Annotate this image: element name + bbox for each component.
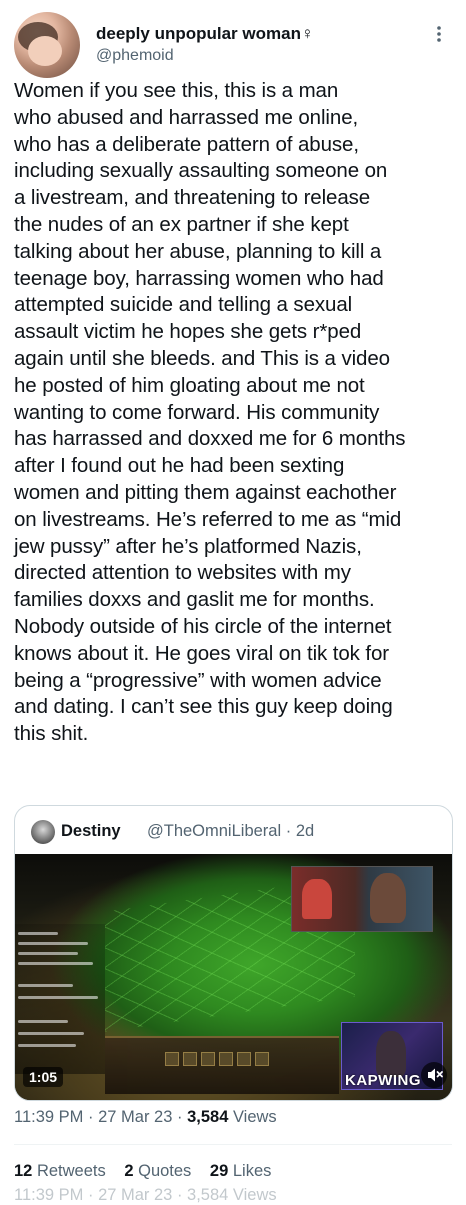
quoted-author-display-name[interactable]: Destiny [61,822,121,841]
video-duration-badge: 1:05 [23,1067,64,1087]
video-webcam-top [291,866,433,932]
chat-line [18,962,93,965]
cropped-duplicate-meta: 11:39 PM · 27 Mar 23 · 3,584 Views [14,1186,277,1204]
tweet-date[interactable]: 27 Mar 23 [98,1108,172,1126]
chat-line [18,1020,68,1023]
likes-label: Likes [232,1162,272,1180]
chat-line [18,984,73,987]
hud-slot [255,1052,269,1066]
more-options-icon[interactable] [430,24,448,44]
tweet-time[interactable]: 11:39 PM [14,1108,83,1126]
hud-slot [237,1052,251,1066]
hud-slot [165,1052,179,1066]
likes-stat[interactable]: 29 Likes [210,1162,271,1180]
divider [14,1144,452,1145]
hud-slot [201,1052,215,1066]
tweet-page: deeply unpopular woman♀ @phemoid Women i… [0,0,466,1204]
webcam-person [376,1031,406,1077]
retweets-count: 12 [14,1162,33,1180]
quotes-label: Quotes [138,1162,192,1180]
chat-line [18,1032,84,1035]
views-count: 3,584 [187,1108,229,1126]
quoted-author-handle[interactable]: @TheOmniLiberal [147,822,281,840]
webcam-person [302,879,332,919]
author-avatar[interactable] [14,12,80,78]
hud-slot [219,1052,233,1066]
chat-line [18,996,98,999]
video-chat-overlay [15,924,105,1074]
tweet-stats: 12 Retweets 2 Quotes 29 Likes [14,1162,285,1181]
meta-separator: · [176,1108,183,1126]
speaker-muted-icon [428,1068,443,1082]
views-label: Views [232,1108,277,1126]
meta-separator: · [285,822,292,840]
video-game-hud [105,1036,339,1094]
quotes-count: 2 [124,1162,134,1180]
webcam-person [370,873,406,923]
chat-line [18,1044,76,1047]
tweet-header: deeply unpopular woman♀ @phemoid [14,8,452,78]
quotes-stat[interactable]: 2 Quotes [124,1162,196,1180]
chat-line [18,952,78,955]
hud-slot [183,1052,197,1066]
tweet-text: Women if you see this, this is a man who… [14,79,406,746]
quoted-video-player[interactable]: 1:05 KAPWING [15,854,452,1100]
mute-icon[interactable] [421,1062,447,1088]
tweet-meta: 11:39 PM · 27 Mar 23 · 3,584 Views [14,1108,277,1127]
avatar-face [28,36,62,66]
retweets-label: Retweets [36,1162,106,1180]
author-display-name[interactable]: deeply unpopular woman♀ [96,24,314,44]
quoted-author-avatar[interactable] [31,820,55,844]
author-handle[interactable]: @phemoid [96,47,174,65]
video-watermark: KAPWING [345,1072,421,1089]
more-vertical-icon [437,26,441,42]
chat-line [18,942,88,945]
quoted-tweet-time[interactable]: 2d [296,822,314,840]
quoted-tweet-card[interactable]: Destiny @TheOmniLiberal · 2d 1:05 KAPWIN… [14,805,453,1101]
chat-line [18,932,58,935]
likes-count: 29 [209,1162,229,1180]
retweets-stat[interactable]: 12 Retweets [14,1162,110,1180]
quoted-author-meta: @TheOmniLiberal · 2d [147,822,314,841]
meta-separator: · [88,1108,94,1126]
